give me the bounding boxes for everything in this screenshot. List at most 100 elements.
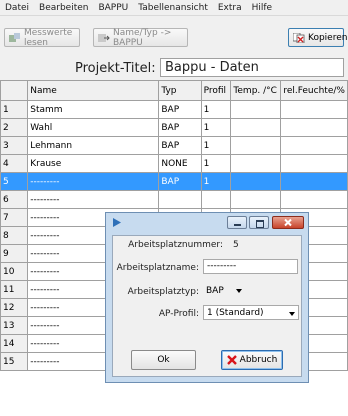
column-header-typ[interactable]: Typ — [158, 80, 202, 101]
cell-feuchte[interactable] — [280, 136, 348, 155]
cell-temp[interactable] — [230, 172, 282, 191]
cell-profil[interactable]: 1 — [200, 118, 232, 137]
menu-extra[interactable]: Extra — [213, 3, 247, 13]
row-number[interactable]: 4 — [0, 154, 29, 173]
cell-name[interactable]: Stamm — [27, 100, 160, 119]
maximize-button[interactable] — [249, 216, 269, 229]
cell-name[interactable]: Lehmann — [27, 136, 160, 155]
table-row[interactable]: 2 Wahl BAP 1 — [0, 118, 348, 137]
cell-profil[interactable]: 1 — [200, 100, 232, 119]
menu-bar: Datei Bearbeiten BAPPU Tabellenansicht E… — [0, 0, 348, 16]
workplace-name-label: Arbeitsplatzname: — [116, 263, 199, 273]
cell-temp[interactable] — [230, 154, 282, 173]
menu-bearbeiten[interactable]: Bearbeiten — [34, 3, 93, 13]
cell-feuchte[interactable] — [280, 190, 348, 209]
table-row[interactable]: 4 Krause NONE 1 — [0, 154, 348, 173]
row-number[interactable]: 14 — [0, 334, 29, 353]
cell-typ[interactable] — [158, 190, 202, 209]
measure-read-button[interactable]: Messwerte lesen — [4, 27, 80, 48]
workplace-number-value: 5 — [233, 240, 239, 250]
column-header-name[interactable]: Name — [27, 80, 160, 101]
cell-feuchte[interactable] — [280, 172, 348, 191]
measure-read-label: Messwerte lesen — [24, 27, 73, 48]
cancel-label: Abbruch — [239, 355, 278, 365]
cell-name[interactable]: Krause — [27, 154, 160, 173]
measure-icon — [9, 32, 21, 43]
cancel-button[interactable]: Abbruch — [221, 350, 283, 370]
minimize-button[interactable] — [227, 216, 247, 229]
row-number[interactable]: 12 — [0, 298, 29, 317]
row-number[interactable]: 3 — [0, 136, 29, 155]
cell-typ[interactable]: NONE — [158, 154, 202, 173]
ap-profile-value: 1 (Standard) — [207, 307, 264, 318]
cell-typ[interactable]: BAP — [158, 172, 202, 191]
cell-profil[interactable]: 1 — [200, 154, 232, 173]
row-number[interactable]: 10 — [0, 262, 29, 281]
transfer-icon — [98, 33, 110, 43]
cell-typ[interactable]: BAP — [158, 118, 202, 137]
table-row[interactable]: 5 --------- BAP 1 — [0, 172, 348, 191]
row-number[interactable]: 11 — [0, 280, 29, 299]
workplace-type-label: Arbeitsplatztyp: — [127, 287, 199, 297]
cell-profil[interactable] — [200, 190, 232, 209]
row-number[interactable]: 1 — [0, 100, 29, 119]
row-number[interactable]: 6 — [0, 190, 29, 209]
table-row[interactable]: 6 --------- — [0, 190, 348, 209]
menu-hilfe[interactable]: Hilfe — [247, 3, 277, 13]
workplace-number-label: Arbeitsplatznummer: — [128, 240, 223, 250]
table-header-row: Name Typ Profil Temp. /°C rel.Feuchte/% — [0, 80, 348, 101]
cell-name[interactable]: Wahl — [27, 118, 160, 137]
row-number[interactable]: 9 — [0, 244, 29, 263]
column-header-feuchte[interactable]: rel.Feuchte/% — [280, 80, 348, 101]
menu-datei[interactable]: Datei — [0, 3, 34, 13]
cell-feuchte[interactable] — [280, 118, 348, 137]
ok-label: Ok — [157, 355, 170, 365]
minimize-icon — [234, 224, 241, 226]
toolbar: Messwerte lesen Name/Typ -> BAPPU Kopier… — [0, 16, 348, 56]
table-row[interactable]: 1 Stamm BAP 1 — [0, 100, 348, 119]
cell-name[interactable]: --------- — [27, 172, 160, 191]
cell-temp[interactable] — [230, 136, 282, 155]
row-number[interactable]: 15 — [0, 352, 29, 371]
column-header-profil[interactable]: Profil — [200, 80, 232, 101]
ap-profile-select[interactable]: 1 (Standard) — [203, 305, 299, 320]
column-header-temp[interactable]: Temp. /°C — [230, 80, 282, 101]
cell-profil[interactable]: 1 — [200, 136, 232, 155]
row-number[interactable]: 2 — [0, 118, 29, 137]
row-number[interactable]: 8 — [0, 226, 29, 245]
menu-bappu[interactable]: BAPPU — [93, 3, 133, 13]
cell-temp[interactable] — [230, 118, 282, 137]
cell-typ[interactable]: BAP — [158, 136, 202, 155]
cell-typ[interactable]: BAP — [158, 100, 202, 119]
workplace-type-select[interactable]: BAP — [203, 283, 245, 298]
nametype-label: Name/Typ -> BAPPU — [113, 27, 172, 48]
copy-icon — [292, 32, 305, 43]
workplace-dialog: Arbeitsplatznummer: 5 Arbeitsplatzname: … — [105, 212, 309, 383]
chevron-down-icon — [236, 289, 242, 293]
close-button[interactable] — [272, 216, 304, 229]
row-number[interactable]: 5 — [0, 172, 29, 191]
project-title-field[interactable]: Bappu - Daten — [160, 58, 344, 77]
dialog-titlebar[interactable] — [106, 213, 308, 233]
copy-button[interactable]: Kopieren — [288, 28, 347, 47]
ap-profile-label: AP-Profil: — [158, 309, 199, 319]
cell-temp[interactable] — [230, 190, 282, 209]
cell-name[interactable]: --------- — [27, 190, 160, 209]
chevron-down-icon — [289, 312, 295, 316]
project-title-label: Projekt-Titel: — [75, 61, 156, 76]
workplace-name-input[interactable]: --------- — [203, 259, 298, 274]
row-number[interactable]: 13 — [0, 316, 29, 335]
close-icon — [284, 218, 292, 227]
cell-profil[interactable]: 1 — [200, 172, 232, 191]
table-row[interactable]: 3 Lehmann BAP 1 — [0, 136, 348, 155]
cancel-icon — [226, 355, 237, 365]
cell-temp[interactable] — [230, 100, 282, 119]
menu-tabellenansicht[interactable]: Tabellenansicht — [133, 3, 213, 13]
maximize-icon — [256, 220, 264, 228]
cell-feuchte[interactable] — [280, 154, 348, 173]
ok-button[interactable]: Ok — [131, 350, 196, 370]
nametype-to-bappu-button[interactable]: Name/Typ -> BAPPU — [93, 27, 188, 48]
row-number[interactable]: 7 — [0, 208, 29, 227]
cell-feuchte[interactable] — [280, 100, 348, 119]
app-icon — [112, 217, 122, 231]
